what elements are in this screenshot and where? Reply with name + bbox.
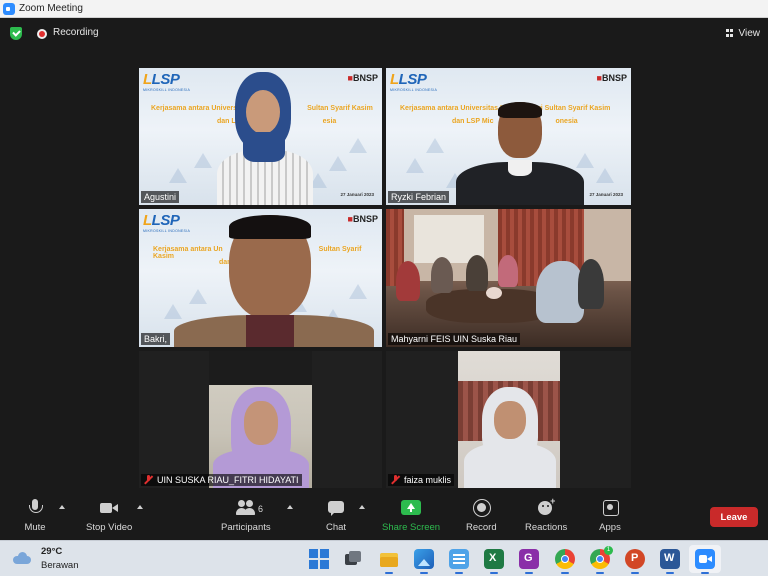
apps-button[interactable]: Apps <box>599 498 621 533</box>
reactions-label: Reactions <box>525 522 568 533</box>
windows-start-icon[interactable] <box>309 549 329 569</box>
participant-video-agustini <box>217 72 317 205</box>
lsp-logo-subtitle: MIKROSKILL INDONESIA <box>143 88 191 92</box>
chat-button[interactable]: Chat <box>325 498 347 533</box>
participants-label: Participants <box>221 522 271 533</box>
notification-badge: 1 <box>604 546 613 555</box>
participant-name-label: Mahyarni FEIS UIN Suska Riau <box>388 333 521 345</box>
recording-icon <box>37 29 47 39</box>
chrome-profile-icon[interactable]: 1 <box>590 546 613 574</box>
participants-button[interactable]: 6 Participants <box>221 498 271 533</box>
chat-bubble-icon <box>325 498 347 518</box>
record-label: Record <box>466 522 497 533</box>
stop-video-button[interactable]: Stop Video <box>86 498 132 533</box>
participant-name-label: UIN SUSKA RIAU_FITRI HIDAYATI <box>141 474 302 486</box>
stop-video-label: Stop Video <box>86 522 133 533</box>
banner-date: 27 Januari 2023 <box>340 192 374 197</box>
bnsp-logo: ■BNSP <box>347 73 378 83</box>
record-icon <box>470 498 492 518</box>
video-tile-fitri-hidayati[interactable]: UIN SUSKA RIAU_FITRI HIDAYATI <box>139 351 382 488</box>
word-icon[interactable]: W <box>660 549 680 574</box>
lsp-logo: LLSP <box>143 71 180 88</box>
zoom-taskbar-icon[interactable] <box>695 549 715 574</box>
window-title: Zoom Meeting <box>19 3 83 14</box>
file-explorer-icon[interactable] <box>379 549 399 574</box>
share-screen-label: Share Screen <box>382 522 441 533</box>
participant-video-faiza-muklis <box>458 351 560 488</box>
participant-video-ryzki-febrian <box>456 102 586 205</box>
participants-options-caret[interactable] <box>287 505 293 509</box>
recording-label: Recording <box>53 27 99 38</box>
reactions-button[interactable]: + Reactions <box>525 496 568 533</box>
share-screen-button[interactable]: Share Screen <box>382 498 440 533</box>
lsp-logo: LLSP <box>390 71 427 88</box>
participants-count: 6 <box>258 504 264 514</box>
weather-temperature[interactable]: 29°C <box>41 546 62 557</box>
participant-video-meeting-room <box>386 209 631 347</box>
view-button[interactable]: View <box>725 25 761 41</box>
mic-muted-icon <box>391 475 400 484</box>
task-view-icon[interactable] <box>343 549 363 569</box>
video-tile-faiza-muklis[interactable]: faiza muklis <box>386 351 631 488</box>
meeting-topbar: Recording View <box>0 18 768 48</box>
bnsp-logo: ■BNSP <box>596 73 627 83</box>
chat-label: Chat <box>325 522 347 533</box>
video-options-caret[interactable] <box>137 505 143 509</box>
zoom-app-icon <box>3 2 15 15</box>
video-tile-agustini[interactable]: LLSP MIKROSKILL INDONESIA ■BNSP Kerjasam… <box>139 68 382 205</box>
participants-icon <box>235 498 257 518</box>
mute-label: Mute <box>24 522 46 533</box>
apps-icon <box>599 498 621 518</box>
security-shield-icon[interactable] <box>10 27 22 40</box>
mute-button[interactable]: Mute <box>24 498 46 533</box>
video-camera-icon <box>98 498 120 518</box>
record-button[interactable]: Record <box>466 498 497 533</box>
excel-icon[interactable]: X <box>484 549 504 574</box>
weather-condition[interactable]: Berawan <box>41 560 79 571</box>
notepad-icon[interactable] <box>449 549 469 574</box>
participant-name-label: Ryzki Febrian <box>388 191 450 203</box>
powerpoint-icon[interactable]: P <box>625 549 645 574</box>
share-screen-icon <box>400 498 422 518</box>
participant-name-label: Bakri, <box>141 333 171 345</box>
smiley-icon: + <box>535 496 557 518</box>
video-tile-ryzki-febrian[interactable]: LLSP MIKROSKILL INDONESIA ■BNSP Kerjasam… <box>386 68 631 205</box>
windows-taskbar: 29°C Berawan X G 1 P W <box>0 540 768 576</box>
photos-icon[interactable] <box>414 549 434 574</box>
gamma-app-icon[interactable]: G <box>519 549 539 574</box>
video-tile-bakri[interactable]: LLSP MIKROSKILL INDONESIA ■BNSP Kerjasam… <box>139 209 382 347</box>
chat-options-caret[interactable] <box>359 505 365 509</box>
video-tile-mahyarni[interactable]: Mahyarni FEIS UIN Suska Riau <box>386 209 631 347</box>
cloud-weather-icon[interactable] <box>13 552 33 564</box>
view-label: View <box>738 27 761 39</box>
participant-video-bakri <box>174 215 374 347</box>
mic-muted-icon <box>144 475 153 484</box>
lsp-logo-subtitle: MIKROSKILL INDONESIA <box>390 88 438 92</box>
leave-button[interactable]: Leave <box>710 507 758 527</box>
window-titlebar: Zoom Meeting <box>0 0 768 18</box>
participant-name-label: Agustini <box>141 191 180 203</box>
banner-date: 27 Januari 2023 <box>589 192 623 197</box>
audio-options-caret[interactable] <box>59 505 65 509</box>
chrome-icon[interactable] <box>555 549 575 574</box>
microphone-icon <box>24 498 46 518</box>
participant-name-label: faiza muklis <box>388 474 455 486</box>
meeting-toolbar: Mute Stop Video 6 Participants Chat Shar… <box>0 490 768 540</box>
grid-view-icon <box>725 29 734 37</box>
apps-label: Apps <box>599 522 621 533</box>
zoom-app: Zoom Meeting Recording View LLSP MIKROSK… <box>0 0 768 576</box>
participant-video-fitri-hidayati <box>209 351 312 488</box>
